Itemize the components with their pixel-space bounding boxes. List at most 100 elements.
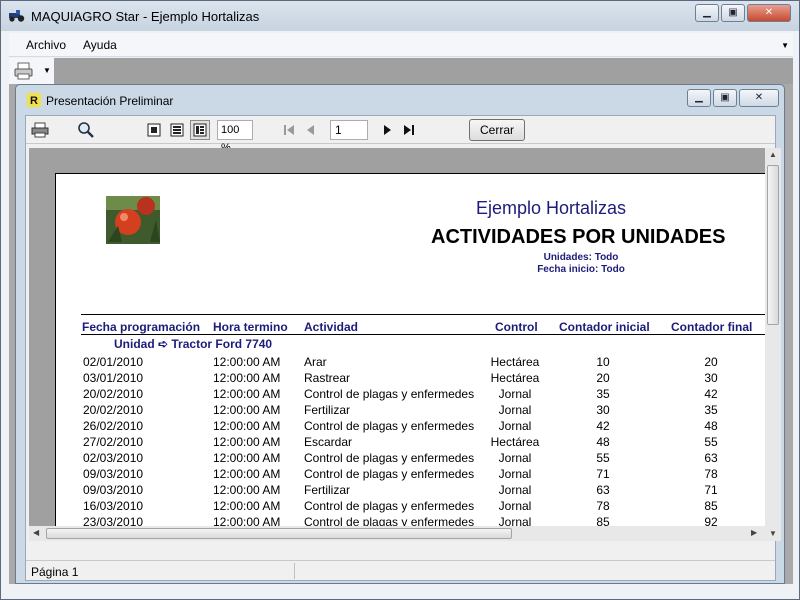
scroll-right-icon[interactable]: ▶ [751,528,757,537]
preview-maximize-button[interactable]: ▣ [713,89,737,107]
row-contador-inicial: 42 [596,419,610,433]
single-page-icon [147,123,161,137]
window-title: MAQUIAGRO Star - Ejemplo Hortalizas [31,9,260,24]
row-actividad: Arar [304,355,327,369]
col-hora: Hora termino [213,320,288,334]
filter-start: Fecha inicio: Todo [537,264,625,275]
col-contador-inicial: Contador inicial [559,320,650,334]
report-icon: R [27,93,41,107]
multi-page-icon [170,123,184,137]
table-row: 09/03/2010 12:00:00 AM Fertilizar Jornal 63 7… [56,483,765,499]
row-actividad: Control de plagas y enfermedes [304,419,475,433]
row-actividad: Control de plagas y enfermedes [304,387,475,401]
row-control: Hectárea [490,435,540,449]
main-toolbar: ▼ [9,58,793,84]
row-contador-final: 55 [704,435,718,449]
scroll-down-icon[interactable]: ▼ [769,529,777,538]
row-hora: 12:00:00 AM [213,483,281,497]
row-contador-inicial: 63 [596,483,610,497]
vertical-scrollbar[interactable]: ▲ ▼ [765,148,781,541]
report-heading: ACTIVIDADES POR UNIDADES [431,226,726,248]
row-fecha: 20/02/2010 [83,387,144,401]
row-hora: 12:00:00 AM [213,499,281,513]
row-contador-final: 78 [704,467,718,481]
col-actividad: Actividad [304,320,359,334]
row-contador-inicial: 20 [596,371,610,385]
scroll-left-icon[interactable]: ◀ [33,528,39,537]
printer-icon [31,122,49,138]
row-control: Jornal [498,515,532,526]
divider [81,334,765,335]
vertical-scroll-thumb[interactable] [767,165,779,325]
row-hora: 12:00:00 AM [213,515,281,526]
menu-ayuda[interactable]: Ayuda [83,38,117,52]
chevron-down-icon[interactable]: ▼ [43,66,51,75]
table-row: 02/01/2010 12:00:00 AM Arar Hectárea 10 20 [56,355,765,371]
table-row: 23/03/2010 12:00:00 AM Control de plagas y… [56,515,765,526]
tractor-icon [9,10,25,22]
preview-minimize-button[interactable]: ▁ [687,89,711,107]
zoom-input[interactable]: 100 % [217,120,253,154]
preview-close-icon[interactable]: ✕ [739,89,779,107]
row-contador-final: 48 [704,419,718,433]
cerrar-button[interactable]: Cerrar [469,119,525,141]
row-control: Jornal [498,467,532,481]
row-hora: 12:00:00 AM [213,467,281,481]
scroll-up-icon[interactable]: ▲ [769,150,777,159]
status-separator [294,563,295,579]
row-fecha: 23/03/2010 [83,515,144,526]
row-hora: 12:00:00 AM [213,451,281,465]
prev-page-button[interactable] [301,120,321,140]
row-actividad: Fertilizar [304,403,351,417]
minimize-button[interactable]: ▁ [695,4,719,22]
row-actividad: Rastrear [304,371,351,385]
chevron-down-icon[interactable]: ▼ [781,41,789,50]
row-fecha: 09/03/2010 [83,467,144,481]
menu-archivo[interactable]: Archivo [26,38,66,52]
first-page-icon [284,125,294,135]
table-row: 20/02/2010 12:00:00 AM Fertilizar Jornal 30 3… [56,403,765,419]
zoom-button[interactable] [76,120,96,140]
page-width-button[interactable] [190,120,210,140]
row-contador-final: 35 [704,403,718,417]
last-page-button[interactable] [399,120,419,140]
row-fecha: 16/03/2010 [83,499,144,513]
printer-icon[interactable] [13,62,35,80]
row-contador-inicial: 10 [596,355,610,369]
next-page-icon [384,125,391,135]
row-fecha: 20/02/2010 [83,403,144,417]
row-control: Jornal [498,483,532,497]
col-control: Control [495,320,538,334]
row-hora: 12:00:00 AM [213,371,281,385]
horizontal-scroll-thumb[interactable] [46,528,512,539]
row-fecha: 02/01/2010 [83,355,144,369]
unit-group-label: Unidad ➪ Tractor Ford 7740 [114,337,273,351]
row-actividad: Control de plagas y enfermedes [304,467,475,481]
one-page-button[interactable] [144,120,164,140]
row-hora: 12:00:00 AM [213,355,281,369]
row-control: Jornal [498,403,532,417]
table-row: 03/01/2010 12:00:00 AM Rastrear Hectárea 20 3… [56,371,765,387]
close-window-button[interactable]: ✕ [747,4,791,22]
two-pages-button[interactable] [167,120,187,140]
table-row: 20/02/2010 12:00:00 AM Control de plagas y… [56,387,765,403]
filter-units: Unidades: Todo [543,252,619,263]
page-status: Página 1 [31,565,79,579]
row-fecha: 26/02/2010 [83,419,144,433]
preview-status-bar: Página 1 [26,560,775,580]
maximize-button[interactable]: ▣ [721,4,745,22]
magnifier-icon [78,122,94,138]
table-row: 27/02/2010 12:00:00 AM Escardar Hectárea 48 5… [56,435,765,451]
report-title: Ejemplo Hortalizas [476,198,627,218]
report-page: Ejemplo Hortalizas ACTIVIDADES POR UNIDA… [55,173,765,526]
row-contador-inicial: 85 [596,515,610,526]
row-contador-final: 92 [704,515,718,526]
print-button[interactable] [30,120,50,140]
last-page-icon [404,125,414,135]
page-width-icon [193,123,207,137]
page-number-input[interactable]: 1 [330,120,368,140]
row-actividad: Control de plagas y enfermedes [304,451,475,465]
first-page-button[interactable] [279,120,299,140]
next-page-button[interactable] [377,120,397,140]
horizontal-scrollbar[interactable]: ◀ ▶ [29,526,765,541]
